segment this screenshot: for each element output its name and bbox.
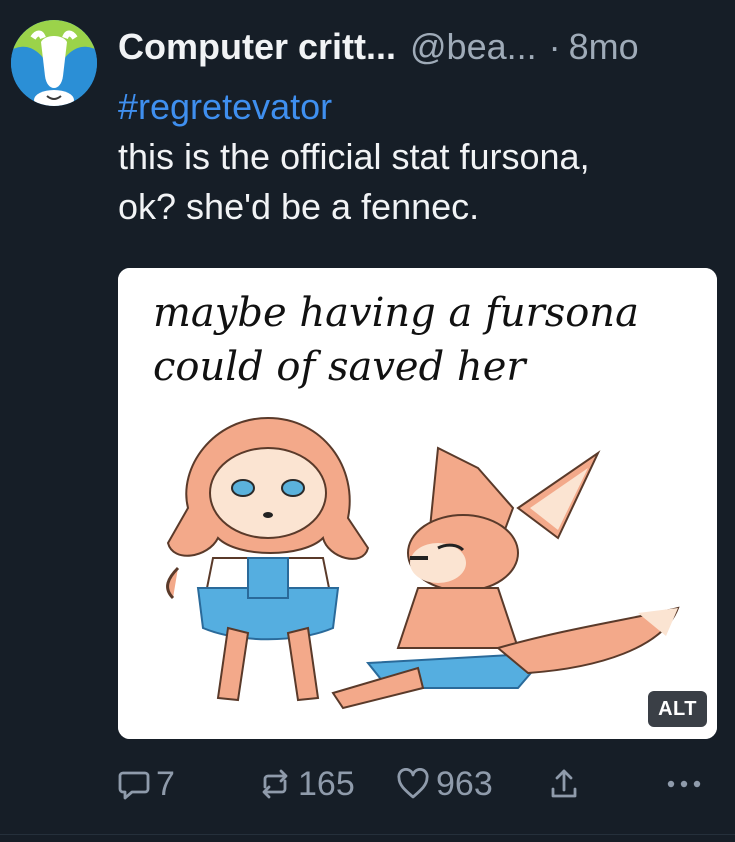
- author-avatar[interactable]: [11, 20, 97, 106]
- author-handle[interactable]: @bea...: [410, 24, 537, 70]
- divider: [0, 834, 735, 835]
- heart-icon: [396, 768, 430, 800]
- avatar-image: [11, 20, 97, 106]
- share-button[interactable]: [550, 760, 578, 808]
- post-image[interactable]: maybe having a fursona could of saved he…: [118, 268, 717, 739]
- repost-button[interactable]: 165: [258, 760, 355, 808]
- separator-dot: ·: [548, 26, 561, 67]
- post-header: Computer critt... @bea... · 8mo: [118, 24, 639, 70]
- post-text-line-2: ok? she'd be a fennec.: [118, 186, 480, 227]
- post[interactable]: Computer critt... @bea... · 8mo #regrete…: [0, 0, 735, 842]
- repost-count: 165: [298, 764, 355, 803]
- more-options-button[interactable]: [666, 760, 702, 808]
- like-count: 963: [436, 764, 493, 803]
- like-button[interactable]: 963: [396, 760, 493, 808]
- repost-arrows-icon: [258, 767, 292, 801]
- image-art: maybe having a fursona could of saved he…: [118, 268, 717, 739]
- reply-count: 7: [156, 764, 175, 803]
- reply-button[interactable]: 7: [118, 760, 175, 808]
- share-upload-icon: [550, 767, 578, 801]
- image-caption-line-1: maybe having a fursona: [153, 290, 639, 336]
- hashtag-link[interactable]: #regretevator: [118, 82, 718, 132]
- post-text-line-1: this is the official stat fursona,: [118, 136, 590, 177]
- image-caption-line-2: could of saved her: [153, 344, 528, 390]
- post-actions: 7 165 963: [118, 760, 718, 808]
- post-timestamp[interactable]: 8mo: [569, 24, 639, 70]
- author-name[interactable]: Computer critt...: [118, 24, 396, 70]
- post-body: #regretevator this is the official stat …: [118, 82, 718, 232]
- ellipsis-icon: [666, 778, 702, 790]
- alt-text-button[interactable]: ALT: [648, 691, 707, 727]
- speech-bubble-icon: [118, 767, 150, 801]
